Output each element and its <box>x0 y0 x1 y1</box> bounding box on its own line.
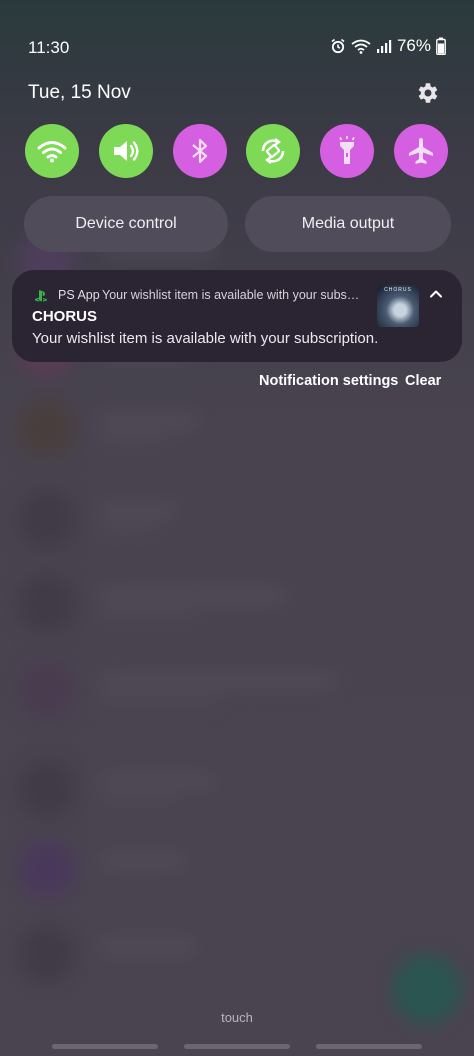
status-icons: 76% <box>330 36 446 56</box>
gear-icon[interactable] <box>414 80 440 106</box>
qs-airplane-toggle[interactable] <box>394 124 448 178</box>
device-control-button[interactable]: Device control <box>24 196 228 252</box>
battery-percent: 76% <box>396 36 431 55</box>
nav-recents[interactable] <box>52 1044 158 1049</box>
blurred-row <box>18 925 458 985</box>
qs-autorotate-toggle[interactable] <box>246 124 300 178</box>
media-output-button[interactable]: Media output <box>245 196 451 252</box>
notification-settings-button[interactable]: Notification settings <box>259 373 398 389</box>
touch-hint: touch <box>221 1010 253 1025</box>
speaker-icon <box>114 141 139 161</box>
notification-card[interactable]: PS App Your wishlist item is available w… <box>12 270 462 362</box>
date-label: Tue, 15 Nov <box>28 82 131 103</box>
notification-summary: Your wishlist item is available with you… <box>102 288 362 302</box>
signal-icon <box>376 40 392 53</box>
qs-flashlight-toggle[interactable] <box>320 124 374 178</box>
status-bar: 11:30 76% <box>0 30 474 64</box>
blurred-row <box>18 660 458 720</box>
alarm-icon <box>331 38 345 54</box>
blurred-row <box>18 400 458 460</box>
notification-body: Your wishlist item is available with you… <box>32 330 379 347</box>
nav-home[interactable] <box>184 1044 290 1049</box>
blurred-row <box>18 575 458 635</box>
qs-sound-toggle[interactable] <box>99 124 153 178</box>
blurred-row <box>18 760 458 820</box>
blurred-row <box>18 840 458 900</box>
status-time: 11:30 <box>28 38 70 57</box>
airplane-icon <box>409 138 433 164</box>
wifi-icon <box>37 141 67 163</box>
notification-app-name: PS App <box>58 288 100 302</box>
blurred-row <box>18 490 458 550</box>
playstation-icon <box>35 290 47 302</box>
thumbnail-title: CHORUS <box>384 287 412 293</box>
qs-bluetooth-toggle[interactable] <box>173 124 227 178</box>
notification-title: CHORUS <box>32 308 98 325</box>
chevron-up-icon[interactable] <box>428 286 444 302</box>
flashlight-icon <box>339 136 355 164</box>
nav-back[interactable] <box>316 1044 422 1049</box>
clear-button[interactable]: Clear <box>405 373 441 389</box>
wifi-status-icon <box>351 39 371 54</box>
qs-wifi-toggle[interactable] <box>25 124 79 178</box>
battery-icon <box>436 37 446 55</box>
bluetooth-icon <box>192 138 208 164</box>
notification-thumbnail: CHORUS <box>377 285 419 327</box>
quick-settings <box>0 124 474 178</box>
rotate-icon <box>261 138 285 164</box>
